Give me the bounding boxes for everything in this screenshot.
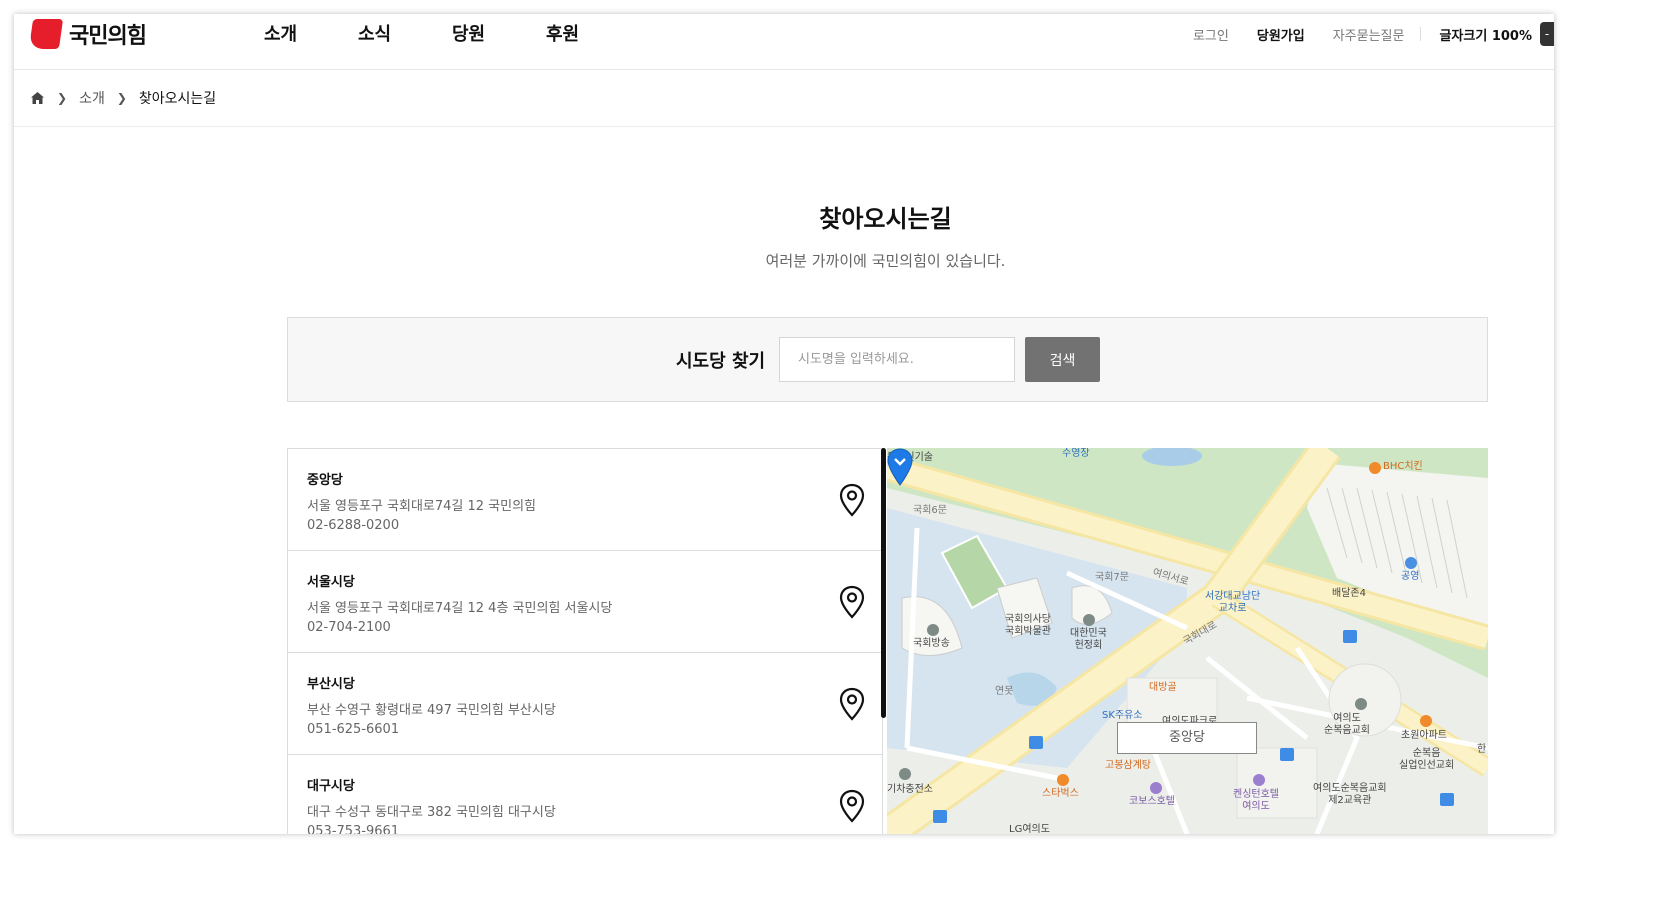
list-item[interactable]: 중앙당 서울 영등포구 국회대로74길 12 국민의힘 02-6288-0200 xyxy=(288,449,882,551)
nav-member[interactable]: 당원 xyxy=(452,20,546,46)
office-name: 중앙당 xyxy=(307,473,343,488)
breadcrumb: ❯ 소개 ❯ 찾아오시는길 xyxy=(30,88,216,108)
map-label: 국회의사당 국회박물관 xyxy=(1005,614,1051,637)
map-label: 배달존4 xyxy=(1332,588,1366,599)
landmark-icon xyxy=(1083,614,1095,626)
office-tel: 051-625-6601 xyxy=(307,722,400,737)
list-item[interactable]: 부산시당 부산 수영구 황령대로 497 국민의힘 부산시당 051-625-6… xyxy=(288,653,882,755)
home-icon[interactable] xyxy=(30,91,45,105)
site-header: 국민의힘 소개 소식 당원 후원 로그인 당원가입 자주묻는질문 글자크기 10… xyxy=(14,14,1554,70)
map-label: 순복음 실업인선교회 xyxy=(1399,748,1455,771)
login-link[interactable]: 로그인 xyxy=(1193,25,1229,44)
chevron-right-icon: ❯ xyxy=(116,91,127,105)
map-label: SK주유소 xyxy=(1102,710,1143,721)
office-name: 서울시당 xyxy=(307,575,355,590)
map-marker-label: 중앙당 xyxy=(1117,722,1257,754)
font-size-label: 글자크기 100% xyxy=(1439,28,1532,44)
location-map[interactable]: 동방신기술 수영장 BHC치킨 국회6문 국회7문 여의서로 서강대교남단교차로… xyxy=(887,448,1488,834)
bus-stop-icon xyxy=(933,810,947,823)
office-list: 중앙당 서울 영등포구 국회대로74길 12 국민의힘 02-6288-0200… xyxy=(287,448,883,834)
office-address: 대구 수성구 동대구로 382 국민의힘 대구시당 xyxy=(307,805,556,820)
map-label: 공영 xyxy=(1401,571,1420,582)
map-label: 여의도순복음교회 제2교육관 xyxy=(1313,783,1387,806)
font-size-decrease-button[interactable]: - xyxy=(1540,22,1554,46)
logo-text: 국민의힘 xyxy=(69,24,147,49)
browser-frame: 국민의힘 소개 소식 당원 후원 로그인 당원가입 자주묻는질문 글자크기 10… xyxy=(14,14,1554,834)
map-label: 대한민국 헌정회 xyxy=(1070,628,1107,651)
list-scrollbar[interactable] xyxy=(881,448,886,718)
join-link[interactable]: 당원가입 xyxy=(1257,25,1305,44)
map-label: 대방골 xyxy=(1149,682,1177,693)
page-title: 찾아오시는길 xyxy=(819,205,952,233)
location-pin-icon[interactable] xyxy=(838,789,866,823)
parking-icon xyxy=(1405,557,1417,569)
map-label: BHC치킨 xyxy=(1383,461,1423,472)
hotel-icon xyxy=(1150,782,1162,794)
bus-stop-icon xyxy=(1280,748,1294,761)
office-tel: 053-753-9661 xyxy=(307,824,400,834)
page-subtitle: 여러분 가까이에 국민의힘이 있습니다. xyxy=(765,252,1006,270)
apartment-icon xyxy=(1420,715,1432,727)
search-button[interactable]: 검색 xyxy=(1025,337,1100,382)
breadcrumb-current: 찾아오시는길 xyxy=(138,91,217,107)
main-nav: 소개 소식 당원 후원 xyxy=(264,20,640,46)
map-label: 코보스호텔 xyxy=(1129,796,1175,807)
nav-intro[interactable]: 소개 xyxy=(264,20,358,46)
chevron-right-icon: ❯ xyxy=(57,91,68,105)
map-label: 고봉삼계탕 xyxy=(1105,760,1151,771)
map-label: 기차충전소 xyxy=(887,784,933,795)
faq-link[interactable]: 자주묻는질문 xyxy=(1333,25,1405,44)
nav-news[interactable]: 소식 xyxy=(358,20,452,46)
map-label: 한 xyxy=(1477,744,1487,755)
utility-menu: 로그인 당원가입 자주묻는질문 글자크기 100% - xyxy=(1165,22,1554,46)
broadcast-icon xyxy=(927,624,939,636)
bus-stop-icon xyxy=(1029,736,1043,749)
office-address: 서울 영등포구 국회대로74길 12 국민의힘 xyxy=(307,499,537,514)
map-marker-icon[interactable] xyxy=(887,448,913,486)
location-pin-icon[interactable] xyxy=(838,687,866,721)
map-label: 켄싱턴호텔 여의도 xyxy=(1233,789,1279,812)
church-icon xyxy=(1355,698,1367,710)
nav-donate[interactable]: 후원 xyxy=(546,20,640,46)
cafe-icon xyxy=(1057,774,1069,786)
bus-stop-icon xyxy=(1343,630,1357,643)
office-address: 서울 영등포구 국회대로74길 12 4층 국민의힘 서울시당 xyxy=(307,601,613,616)
office-name: 부산시당 xyxy=(307,677,355,692)
list-item[interactable]: 서울시당 서울 영등포구 국회대로74길 12 4층 국민의힘 서울시당 02-… xyxy=(288,551,882,653)
bus-stop-icon xyxy=(1440,793,1454,806)
map-label: 국회6문 xyxy=(913,505,947,516)
map-label: 스타벅스 xyxy=(1042,788,1079,799)
logo-mark-icon xyxy=(28,19,64,49)
breadcrumb-intro[interactable]: 소개 xyxy=(79,88,105,108)
office-tel: 02-704-2100 xyxy=(307,620,391,635)
map-label: 초원아파트 xyxy=(1401,730,1447,741)
search-input[interactable] xyxy=(779,337,1015,382)
map-label: LG여의도 xyxy=(1009,824,1050,834)
map-label: 서강대교남단 교차로 xyxy=(1205,591,1261,614)
map-label: 연못 xyxy=(995,686,1014,697)
map-label: 국회방송 xyxy=(913,638,950,649)
office-name: 대구시당 xyxy=(307,779,355,794)
list-item[interactable]: 대구시당 대구 수성구 동대구로 382 국민의힘 대구시당 053-753-9… xyxy=(288,755,882,834)
search-label: 시도당 찾기 xyxy=(676,351,766,372)
map-label: 국회7문 xyxy=(1095,572,1129,583)
office-tel: 02-6288-0200 xyxy=(307,518,400,533)
util-divider xyxy=(1420,27,1422,41)
restaurant-icon xyxy=(1369,462,1381,474)
map-label: 여의도 순복음교회 xyxy=(1324,713,1370,736)
location-pin-icon[interactable] xyxy=(838,585,866,619)
location-pin-icon[interactable] xyxy=(838,483,866,517)
charging-icon xyxy=(899,768,911,780)
site-logo[interactable]: 국민의힘 xyxy=(28,18,147,50)
breadcrumb-divider xyxy=(14,126,1554,127)
office-search-box: 시도당 찾기 검색 xyxy=(287,317,1488,402)
hotel-icon xyxy=(1253,774,1265,786)
office-address: 부산 수영구 황령대로 497 국민의힘 부산시당 xyxy=(307,703,556,718)
map-label: 수영장 xyxy=(1062,448,1090,459)
